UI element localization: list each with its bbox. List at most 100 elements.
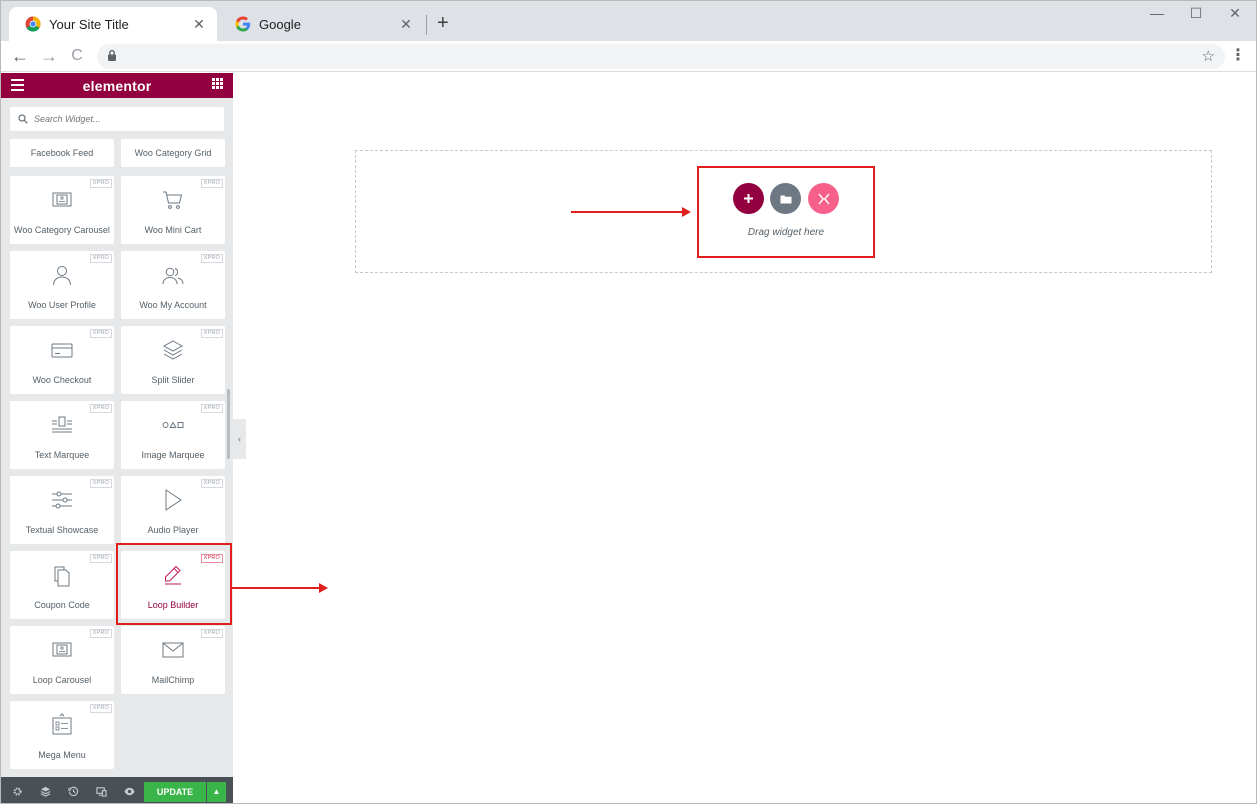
tab-close-icon[interactable]: ✕: [191, 16, 207, 33]
minimize-button[interactable]: —: [1142, 5, 1172, 21]
widget-label: Woo User Profile: [28, 300, 96, 310]
carousel-icon: [52, 192, 72, 207]
image-marquee-icon: [162, 421, 184, 428]
xpro-badge: XPRO: [200, 629, 223, 638]
copy-icon: [54, 566, 70, 587]
maximize-button[interactable]: ☐: [1181, 5, 1211, 22]
widget-textual-showcase[interactable]: XPRO Textual Showcase: [10, 476, 114, 544]
bookmark-star-icon[interactable]: ☆: [1202, 47, 1215, 65]
xpro-badge: XPRO: [89, 179, 112, 188]
mega-menu-icon: [52, 713, 72, 735]
layers-icon: [162, 340, 184, 360]
tab-strip: Your Site Title ✕ Google ✕ + — ☐ ✕: [1, 1, 1256, 41]
xpro-badge: XPRO: [89, 479, 112, 488]
google-icon: [235, 16, 251, 32]
elementor-panel: elementor Facebook Feed Woo Category Gri…: [1, 73, 233, 803]
save-options-chevron-up-icon[interactable]: ▲: [207, 782, 226, 802]
widget-text-marquee[interactable]: XPRO Text Marquee: [10, 401, 114, 469]
tab-google[interactable]: Google ✕: [219, 7, 424, 41]
settings-icon[interactable]: [12, 786, 23, 797]
elementor-logo: elementor: [82, 77, 152, 94]
cart-icon: [163, 191, 183, 209]
widget-woo-user-profile[interactable]: XPRO Woo User Profile: [10, 251, 114, 319]
browser-window: Your Site Title ✕ Google ✕ + — ☐ ✕ ← → C: [0, 0, 1257, 804]
address-bar[interactable]: ☆: [97, 44, 1225, 69]
widget-label: Woo My Account: [139, 300, 207, 310]
mail-icon: [162, 642, 184, 658]
xpro-badge: XPRO: [89, 629, 112, 638]
widget-label: Audio Player: [147, 525, 199, 535]
widget-list: Facebook Feed Woo Category Grid XPRO Woo…: [1, 139, 233, 779]
widget-label: Mega Menu: [38, 750, 86, 760]
xpro-badge: XPRO: [200, 329, 223, 338]
widgets-grid-icon[interactable]: [212, 78, 223, 89]
widget-label: Facebook Feed: [30, 148, 94, 158]
browser-menu-icon[interactable]: ⋮: [1230, 45, 1246, 65]
xpro-badge: XPRO: [200, 254, 223, 263]
forward-button[interactable]: →: [38, 45, 60, 67]
widget-label: Woo Checkout: [32, 375, 92, 385]
widget-woo-category-grid[interactable]: Woo Category Grid: [121, 139, 225, 167]
widget-audio-player[interactable]: XPRO Audio Player: [121, 476, 225, 544]
widget-woo-checkout[interactable]: XPRO Woo Checkout: [10, 326, 114, 394]
widget-label: Woo Category Carousel: [14, 225, 110, 235]
tab-close-icon[interactable]: ✕: [398, 16, 414, 33]
widget-image-marquee[interactable]: XPRO Image Marquee: [121, 401, 225, 469]
widget-woo-category-carousel[interactable]: XPRO Woo Category Carousel: [10, 176, 114, 244]
preview-icon[interactable]: [124, 786, 135, 797]
tab-title: Google: [259, 16, 301, 32]
loop-builder-highlight-box: [116, 543, 232, 625]
xpro-badge: XPRO: [89, 704, 112, 713]
widget-label: MailChimp: [151, 675, 195, 685]
search-icon: [18, 114, 28, 124]
widget-mega-menu[interactable]: XPRO Mega Menu: [10, 701, 114, 769]
widget-label: Woo Category Grid: [134, 148, 212, 158]
widget-label: Text Marquee: [34, 450, 90, 460]
card-icon: [51, 343, 73, 358]
widget-mailchimp[interactable]: XPRO MailChimp: [121, 626, 225, 694]
widget-loop-carousel[interactable]: XPRO Loop Carousel: [10, 626, 114, 694]
xpro-badge: XPRO: [200, 179, 223, 188]
widget-coupon-code[interactable]: XPRO Coupon Code: [10, 551, 114, 619]
xpro-badge: XPRO: [200, 479, 223, 488]
widget-label: Image Marquee: [141, 450, 205, 460]
search-widget-box[interactable]: [10, 107, 224, 131]
xpro-badge: XPRO: [89, 254, 112, 263]
back-button[interactable]: ←: [9, 45, 31, 67]
widget-woo-mini-cart[interactable]: XPRO Woo Mini Cart: [121, 176, 225, 244]
xpro-badge: XPRO: [89, 554, 112, 563]
user-icon: [53, 266, 71, 286]
browser-toolbar: ← → C ☆ ⋮: [1, 41, 1256, 72]
search-input[interactable]: [34, 114, 214, 124]
drop-zone-arrow: [571, 207, 691, 217]
xpro-badge: XPRO: [200, 404, 223, 413]
close-window-button[interactable]: ✕: [1220, 5, 1250, 22]
lock-icon: [108, 49, 116, 61]
text-marquee-icon: [52, 416, 72, 433]
layers-icon[interactable]: [40, 786, 51, 797]
widget-split-slider[interactable]: XPRO Split Slider: [121, 326, 225, 394]
widget-woo-my-account[interactable]: XPRO Woo My Account: [121, 251, 225, 319]
tab-your-site-title[interactable]: Your Site Title ✕: [9, 7, 217, 41]
new-tab-button[interactable]: +: [437, 11, 449, 35]
collapse-panel-button[interactable]: ‹: [233, 419, 246, 459]
tab-divider: [426, 15, 427, 35]
play-icon: [165, 489, 182, 511]
panel-scrollbar[interactable]: [227, 389, 230, 459]
widget-label: Textual Showcase: [25, 525, 99, 535]
xpro-badge: XPRO: [89, 329, 112, 338]
loop-builder-arrow: [232, 583, 328, 593]
update-button[interactable]: UPDATE: [144, 782, 206, 802]
hamburger-menu-icon[interactable]: [11, 79, 24, 94]
users-icon: [162, 267, 184, 285]
drop-zone-highlight-box: [697, 166, 875, 258]
responsive-icon[interactable]: [96, 786, 107, 797]
widget-label: Split Slider: [151, 375, 195, 385]
carousel-icon: [52, 642, 72, 657]
widget-label: Coupon Code: [34, 600, 90, 610]
sliders-icon: [52, 491, 72, 509]
chrome-icon: [25, 16, 41, 32]
reload-button[interactable]: C: [66, 45, 88, 67]
widget-facebook-feed[interactable]: Facebook Feed: [10, 139, 114, 167]
history-icon[interactable]: [68, 786, 79, 797]
